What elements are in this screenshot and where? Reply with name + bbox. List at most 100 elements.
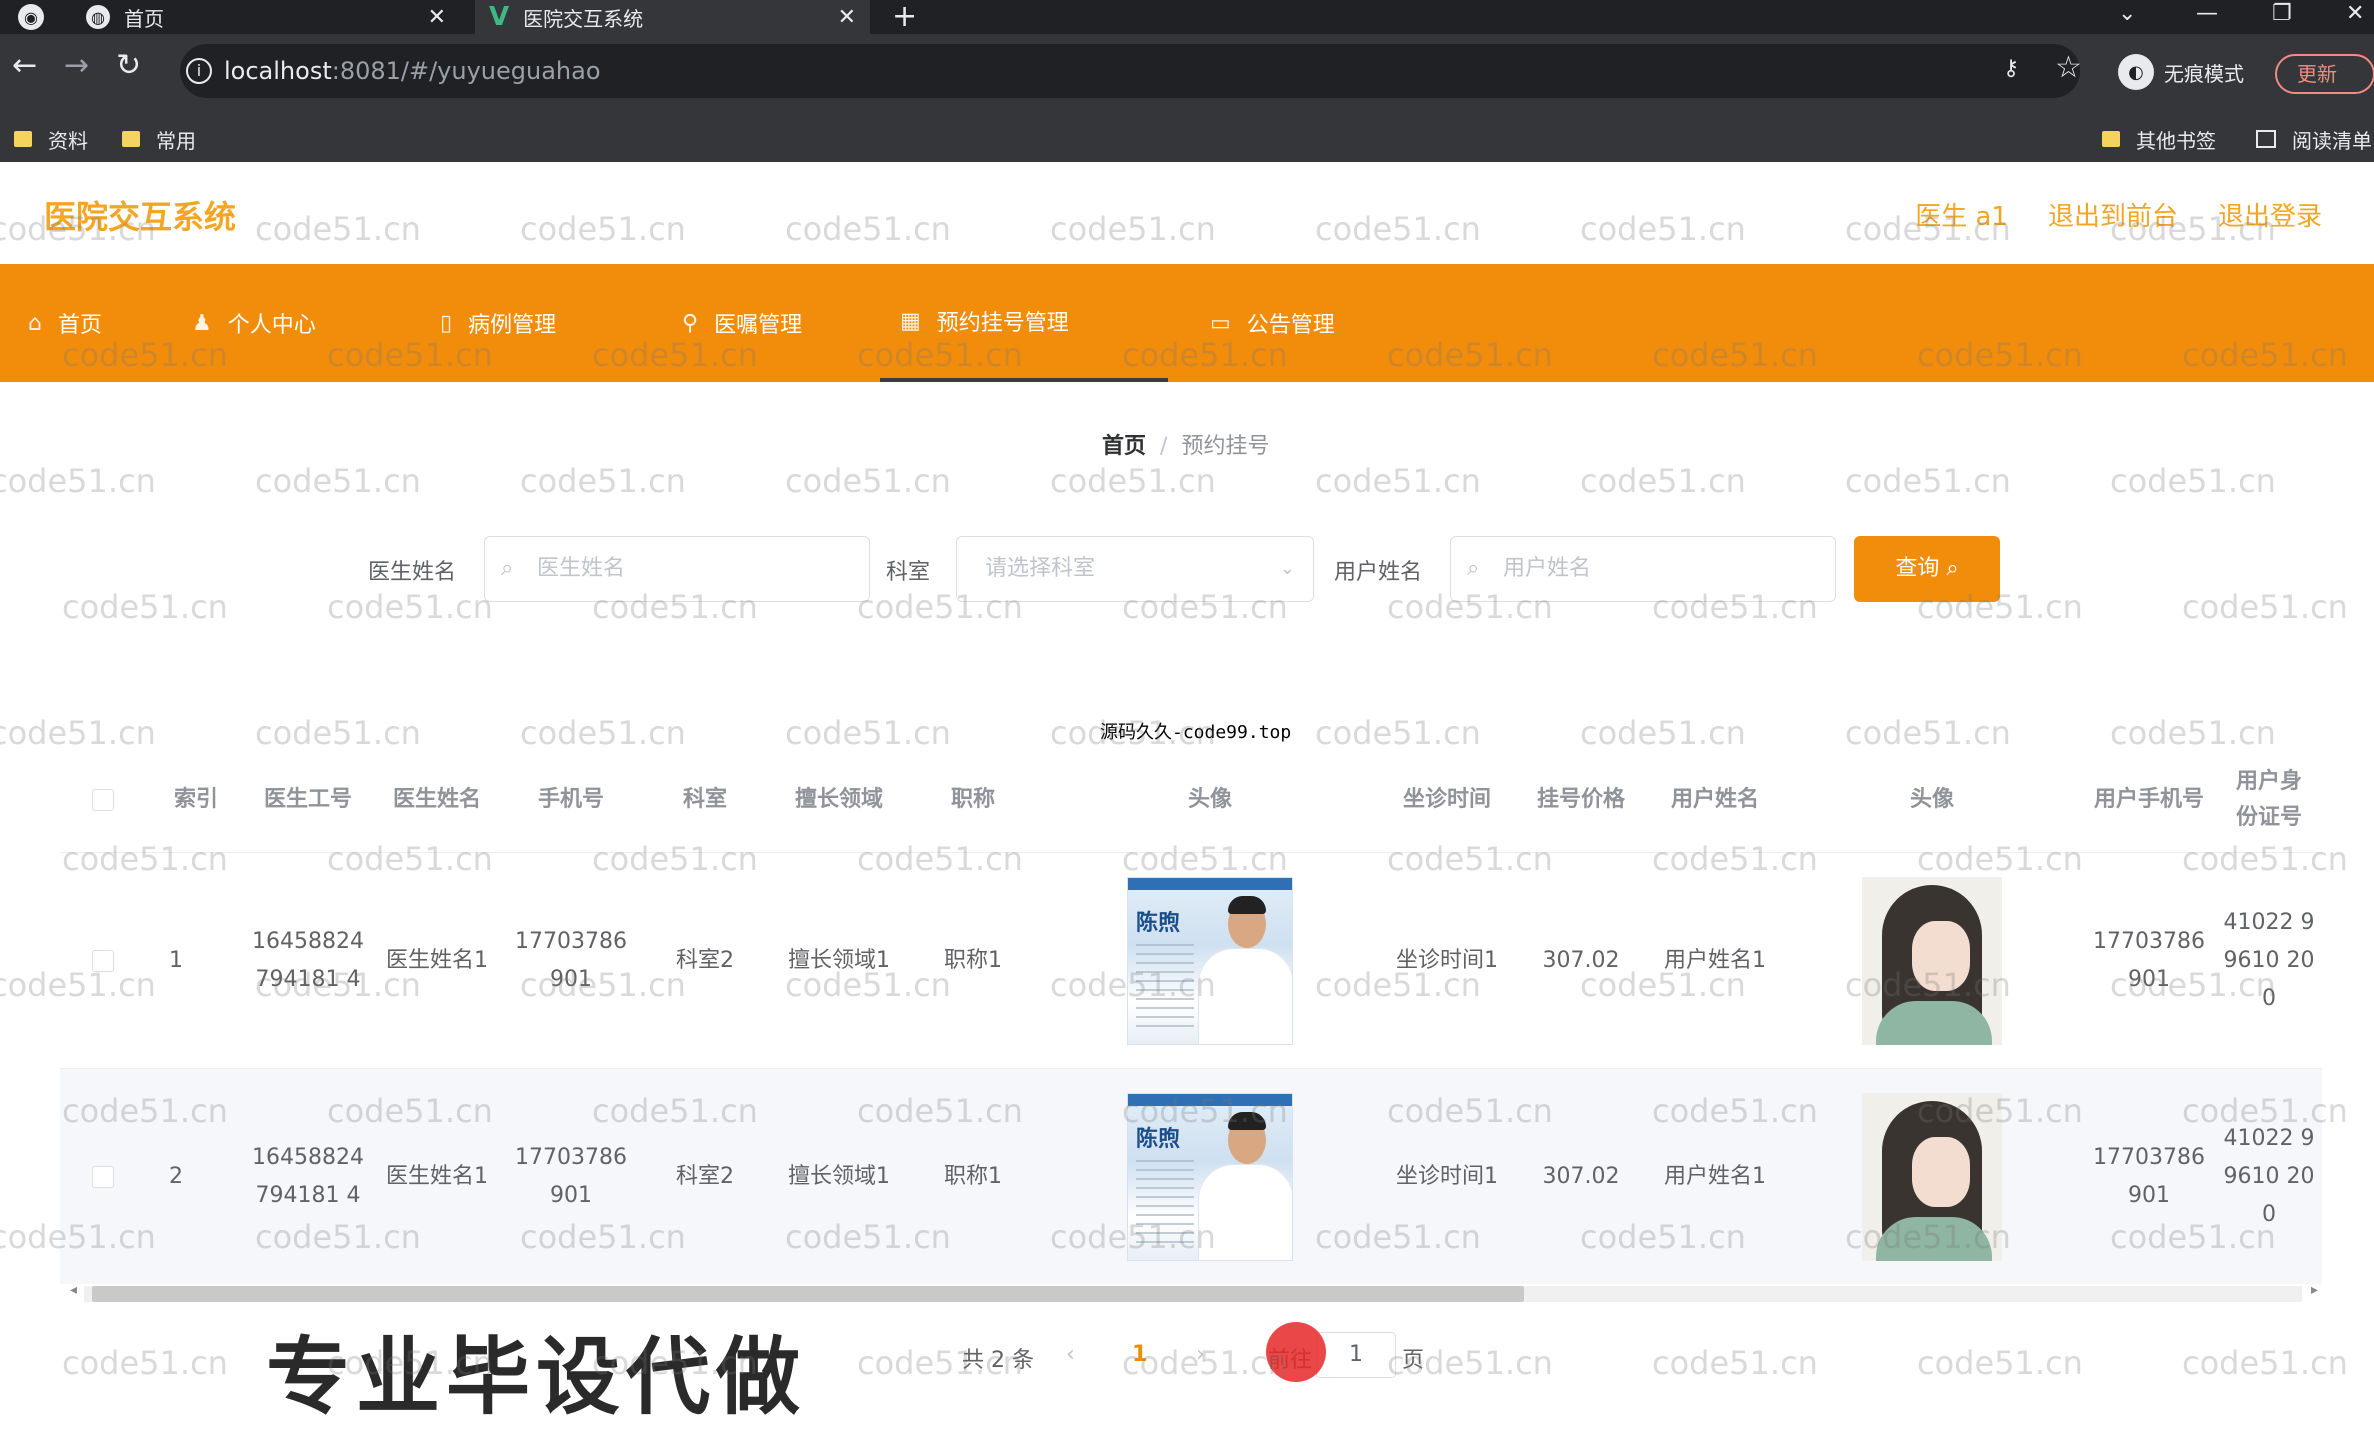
back-icon[interactable]: ← xyxy=(12,48,37,83)
column-header[interactable]: 医生工号 xyxy=(246,748,370,852)
close-tab-icon[interactable]: ✕ xyxy=(428,5,446,30)
table-horizontal-scrollbar[interactable]: ◂ ▸ xyxy=(70,1282,2318,1306)
select-all-cell xyxy=(60,748,146,852)
close-tab-icon[interactable]: ✕ xyxy=(838,5,856,30)
price-cell: 307.02 xyxy=(1542,1164,1620,1189)
column-header[interactable]: 医生姓名 xyxy=(370,748,504,852)
scrollbar-thumb[interactable] xyxy=(92,1286,1524,1302)
address-bar-area: ← → ↻ i localhost:8081/#/yuyueguahao ⚷ ☆… xyxy=(0,34,2374,116)
bookmark-folder[interactable]: 资料 xyxy=(14,116,88,162)
bookmark-folder[interactable]: 常用 xyxy=(122,116,196,162)
menu-label: 预约挂号管理 xyxy=(936,311,1069,336)
tab-search-icon[interactable]: ⌄ xyxy=(2118,0,2136,30)
url-path: :8081/#/yuyueguahao xyxy=(331,57,601,85)
row-checkbox[interactable] xyxy=(92,950,114,972)
menu-item-case-management[interactable]: ▯ 病例管理 xyxy=(420,264,576,382)
user-name-cell: 用户姓名1 xyxy=(1664,948,1766,973)
bookmark-label: 常用 xyxy=(156,128,196,153)
doctor-avatar-cell: 陈煦 xyxy=(1040,853,1380,1069)
column-header[interactable]: 坐诊时间 xyxy=(1380,748,1514,852)
close-window-icon[interactable]: ✕ xyxy=(2346,0,2364,30)
avatar-face xyxy=(1912,1137,1970,1207)
column-header[interactable]: 用户身份证号 xyxy=(2216,748,2322,852)
browser-menu-icon[interactable]: ◉ xyxy=(18,4,44,30)
user-avatar[interactable] xyxy=(1862,877,2002,1045)
scroll-left-icon[interactable]: ◂ xyxy=(70,1282,77,1298)
current-user-link[interactable]: 医生 a1 xyxy=(1915,196,2008,233)
folder-icon xyxy=(2102,131,2120,147)
photo-coat xyxy=(1198,948,1292,1044)
url-host: localhost xyxy=(224,57,332,85)
query-label: 查询 xyxy=(1895,556,1940,581)
page-jump-input[interactable]: 1 xyxy=(1316,1332,1396,1378)
table-row[interactable]: 2 16458824794181 4 医生姓名1 17703786901 科室2… xyxy=(60,1068,2322,1284)
index-cell: 1 xyxy=(169,948,183,973)
row-checkbox[interactable] xyxy=(92,1166,114,1188)
column-header[interactable]: 擅长领域 xyxy=(772,748,906,852)
doctor-name-input[interactable]: ⌕ 医生姓名 xyxy=(484,536,870,602)
photo-hair xyxy=(1228,1112,1266,1130)
column-header[interactable]: 职称 xyxy=(906,748,1040,852)
table-row[interactable]: 1 16458824794181 4 医生姓名1 17703786901 科室2… xyxy=(60,852,2322,1068)
reading-list[interactable]: 阅读清单 xyxy=(2256,116,2372,162)
avatar-body xyxy=(1876,1217,1992,1261)
field-cell: 擅长领域1 xyxy=(788,948,890,973)
doctor-avatar[interactable]: 陈煦 xyxy=(1127,877,1293,1045)
column-header[interactable]: 头像 xyxy=(1782,748,2082,852)
site-info-icon[interactable]: i xyxy=(186,58,212,84)
menu-item-personal-center[interactable]: ♟ 个人中心 xyxy=(172,264,336,382)
menu-item-home[interactable]: ⌂ 首页 xyxy=(8,264,122,382)
menu-item-advice-management[interactable]: ⚲ 医嘱管理 xyxy=(662,264,822,382)
chevron-down-icon: ⌄ xyxy=(1279,558,1295,579)
restore-icon[interactable]: ❐ xyxy=(2272,0,2292,30)
column-header[interactable]: 用户姓名 xyxy=(1648,748,1782,852)
bookmark-star-icon[interactable]: ☆ xyxy=(2055,50,2082,85)
exit-to-front-link[interactable]: 退出到前台 xyxy=(2048,196,2178,233)
page-number[interactable]: 1 xyxy=(1132,1342,1147,1367)
user-name-input[interactable]: ⌕ 用户姓名 xyxy=(1450,536,1836,602)
next-page-icon[interactable]: › xyxy=(1196,1342,1205,1367)
logout-link[interactable]: 退出登录 xyxy=(2218,196,2322,233)
pin-icon: ⚲ xyxy=(682,310,699,336)
key-icon[interactable]: ⚷ xyxy=(2003,56,2019,81)
search-filters: 医生姓名 ⌕ 医生姓名 科室 请选择科室 ⌄ 用户姓名 ⌕ 用户姓名 查询 ⌕ xyxy=(0,536,2374,606)
user-phone-cell: 17703786901 xyxy=(2093,929,2205,992)
scroll-right-icon[interactable]: ▸ xyxy=(2311,1282,2318,1298)
column-header[interactable]: 头像 xyxy=(1040,748,1380,852)
doctor-avatar[interactable]: 陈煦 xyxy=(1127,1093,1293,1261)
browser-tab-bar: ◉ ◍ 首页 ✕ V 医院交互系统 ✕ + ⌄ — ❐ ✕ xyxy=(0,0,2374,34)
phone-cell: 17703786901 xyxy=(515,1145,627,1208)
breadcrumb-home[interactable]: 首页 xyxy=(1102,434,1146,459)
row-select-cell xyxy=(60,853,146,1069)
url-input[interactable]: i localhost:8081/#/yuyueguahao xyxy=(180,44,2080,98)
new-tab-icon[interactable]: + xyxy=(892,0,917,34)
update-button[interactable]: 更新 xyxy=(2275,54,2374,94)
reload-icon[interactable]: ↻ xyxy=(116,48,141,83)
incognito-icon: ◐ xyxy=(2118,54,2154,90)
column-header[interactable]: 用户手机号 xyxy=(2082,748,2216,852)
dept-select[interactable]: 请选择科室 ⌄ xyxy=(956,536,1314,602)
minimize-icon[interactable]: — xyxy=(2196,0,2218,30)
prev-page-icon[interactable]: ‹ xyxy=(1066,1342,1075,1367)
tab-home[interactable]: ◍ 首页 ✕ xyxy=(80,0,460,34)
menu-item-notice-management[interactable]: ▭ 公告管理 xyxy=(1190,264,1355,382)
tab-hospital-system[interactable]: V 医院交互系统 ✕ xyxy=(475,0,870,34)
user-name-label: 用户姓名 xyxy=(1334,560,1423,585)
select-all-checkbox[interactable] xyxy=(92,789,114,811)
other-bookmarks[interactable]: 其他书签 xyxy=(2102,116,2216,162)
column-header[interactable]: 索引 xyxy=(146,748,246,852)
doctor-name-label: 医生姓名 xyxy=(368,560,457,585)
column-header[interactable]: 挂号价格 xyxy=(1514,748,1648,852)
incognito-badge[interactable]: ◐ 无痕模式 xyxy=(2118,54,2244,90)
query-button[interactable]: 查询 ⌕ xyxy=(1854,536,2000,602)
menu-item-appointment-management[interactable]: ▦ 预约挂号管理 xyxy=(880,264,1168,382)
user-avatar[interactable] xyxy=(1862,1093,2002,1261)
bookmark-label: 阅读清单 xyxy=(2292,128,2372,153)
index-cell: 2 xyxy=(169,1164,183,1189)
top-menu: ⌂ 首页 ♟ 个人中心 ▯ 病例管理 ⚲ 医嘱管理 ▦ 预约挂号管理 ▭ 公告管理 xyxy=(0,264,2374,382)
title-cell: 职称1 xyxy=(944,948,1002,973)
column-header[interactable]: 手机号 xyxy=(504,748,638,852)
column-header[interactable]: 科室 xyxy=(638,748,772,852)
avatar-body xyxy=(1876,1001,1992,1045)
forward-icon[interactable]: → xyxy=(64,48,89,83)
